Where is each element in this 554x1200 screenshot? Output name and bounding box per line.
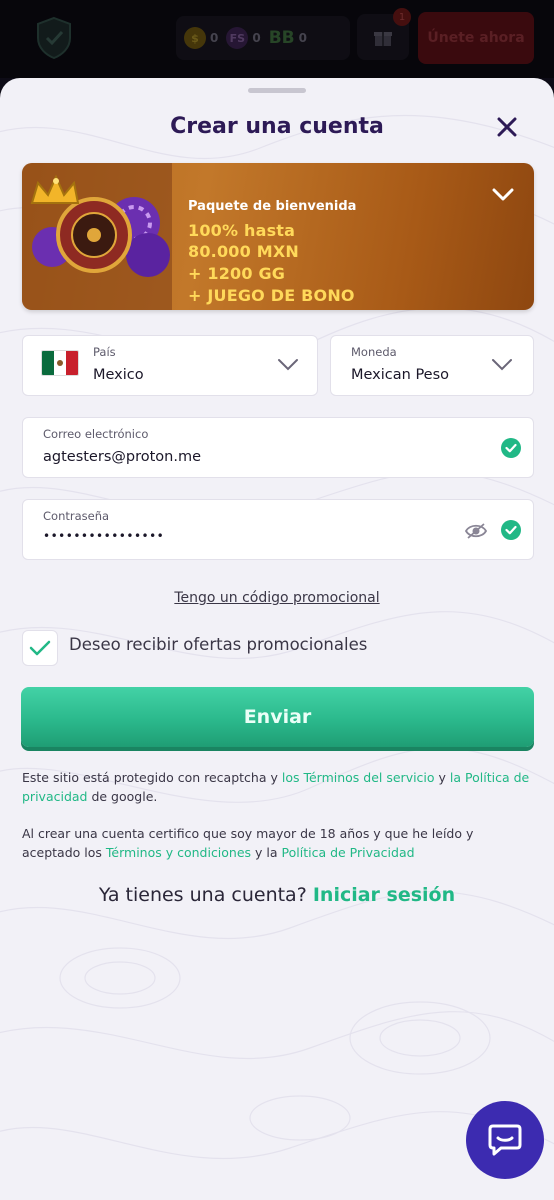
currency-label: Moneda	[351, 345, 397, 359]
currency-value: Mexican Peso	[351, 367, 450, 383]
offers-checkbox-label[interactable]: Deseo recibir ofertas promocionales	[69, 635, 367, 654]
eye-off-icon[interactable]	[465, 522, 487, 540]
country-select[interactable]: País Mexico	[22, 335, 318, 396]
banner-line: + JUEGO DE BONO	[188, 286, 355, 305]
chevron-down-icon	[492, 359, 512, 371]
email-field[interactable]: Correo electrónico agtesters@proton.me	[22, 417, 534, 478]
password-label: Contraseña	[43, 509, 110, 523]
offers-checkbox[interactable]	[22, 630, 58, 666]
chat-support-button[interactable]	[466, 1101, 544, 1179]
chat-bubble-icon	[488, 1124, 522, 1156]
currency-select[interactable]: Moneda Mexican Peso	[330, 335, 534, 396]
login-link[interactable]: Iniciar sesión	[313, 884, 455, 906]
chevron-down-icon	[278, 359, 298, 371]
recaptcha-text: de google.	[87, 789, 158, 804]
welcome-package-banner[interactable]: Paquete de bienvenida 100% hasta 80.000 …	[22, 163, 534, 310]
country-label: País	[93, 345, 116, 359]
banner-line: + 1200 GG	[188, 264, 286, 283]
banner-line: 80.000 MXN	[188, 242, 299, 261]
recaptcha-text: y	[434, 770, 450, 785]
check-circle-icon	[501, 520, 521, 540]
signup-modal: Crear una cuenta Paquete de bienvenida 1…	[0, 78, 554, 1200]
mexico-flag-icon	[41, 350, 79, 376]
check-circle-icon	[501, 438, 521, 458]
chevron-down-icon[interactable]	[490, 183, 516, 205]
email-value: agtesters@proton.me	[43, 449, 201, 465]
have-account-text: Ya tienes una cuenta?	[98, 884, 307, 906]
promo-code-link[interactable]: Tengo un código promocional	[0, 590, 554, 606]
close-icon[interactable]	[494, 114, 520, 140]
banner-subtitle: Paquete de bienvenida	[188, 199, 357, 214]
email-label: Correo electrónico	[43, 427, 149, 441]
banner-line: 100% hasta	[188, 221, 296, 240]
country-value: Mexico	[93, 367, 144, 383]
terms-of-service-link[interactable]: los Términos del servicio	[282, 770, 435, 785]
age-terms-notice: Al crear una cuenta certifico que soy ma…	[22, 824, 534, 862]
overlay-dim	[0, 0, 554, 78]
password-field[interactable]: Contraseña ••••••••••••••••	[22, 499, 534, 560]
terms-text: y la	[251, 845, 282, 860]
password-value: ••••••••••••••••	[43, 529, 165, 543]
modal-title: Crear una cuenta	[170, 114, 384, 139]
recaptcha-text: Este sitio está protegido con recaptcha …	[22, 770, 282, 785]
checkmark-icon	[29, 640, 51, 656]
have-account-row: Ya tienes una cuenta? Iniciar sesión	[0, 884, 554, 906]
privacy-link[interactable]: Política de Privacidad	[282, 845, 415, 860]
drag-handle[interactable]	[248, 88, 306, 93]
top-bar: $ 0 FS 0 BB 0 1 Únete ahora	[0, 0, 554, 78]
roulette-chips-image	[22, 163, 172, 310]
recaptcha-notice: Este sitio está protegido con recaptcha …	[22, 768, 534, 806]
terms-conditions-link[interactable]: Términos y condiciones	[106, 845, 251, 860]
submit-button[interactable]: Enviar	[21, 687, 534, 747]
